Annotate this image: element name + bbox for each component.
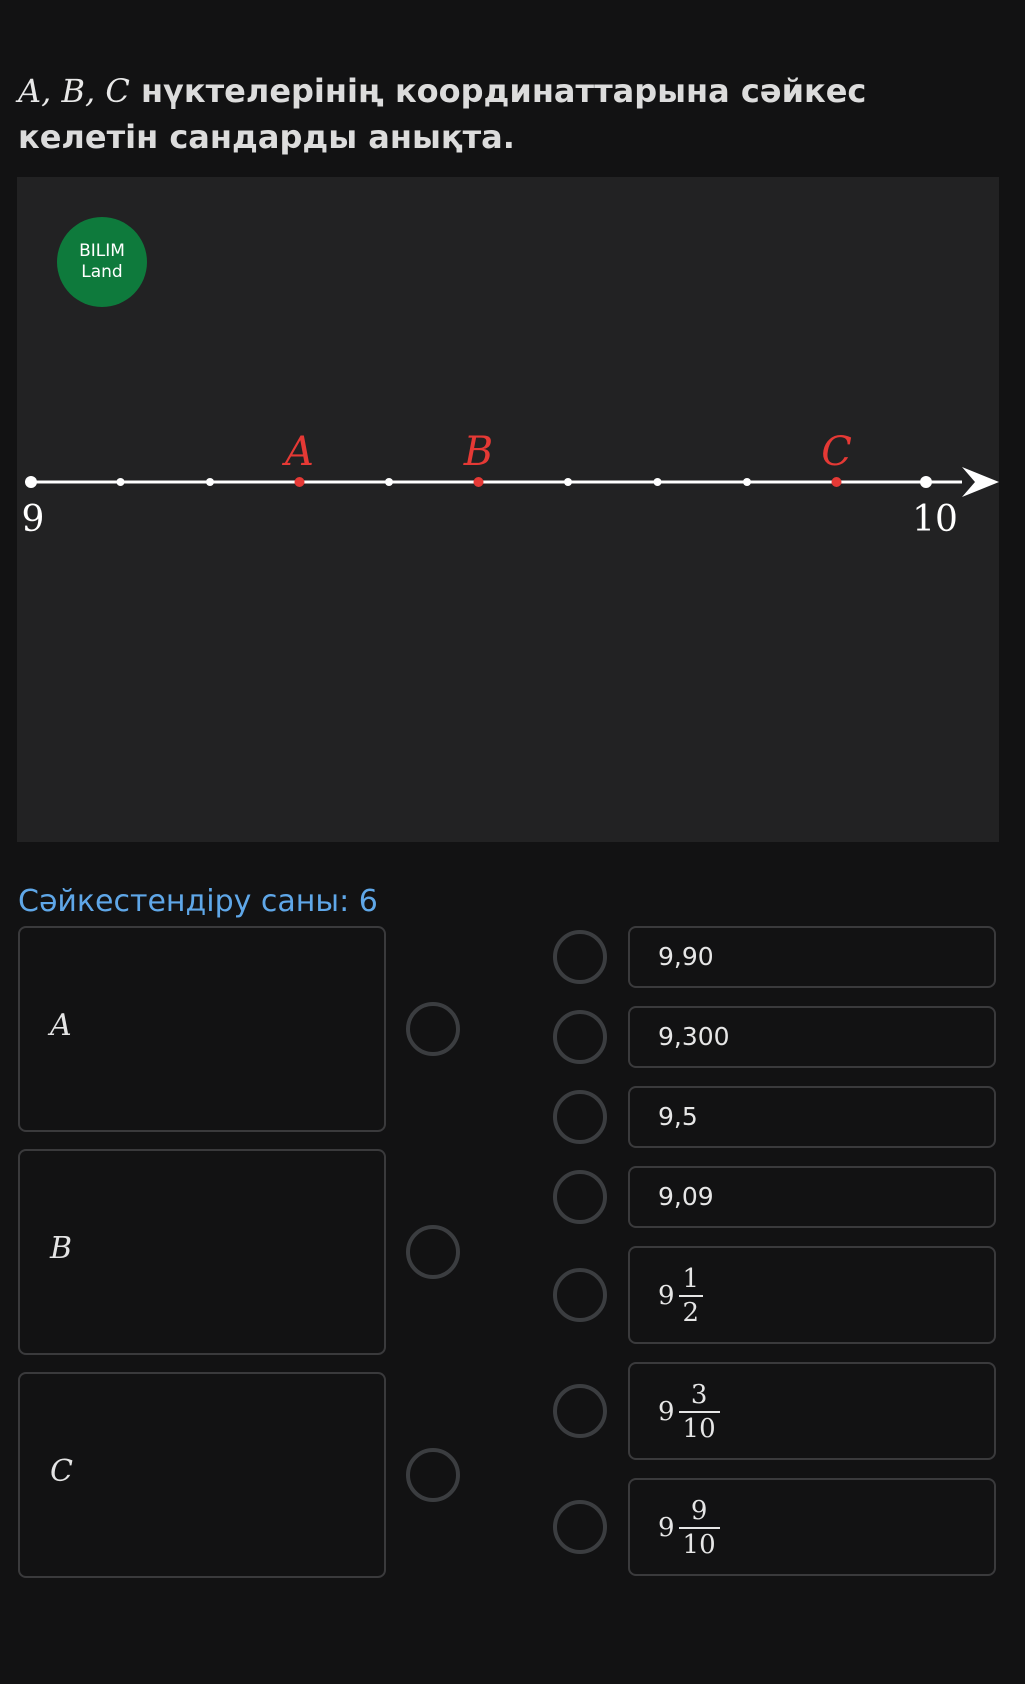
question-title: A, B, C нүктелерінің координаттарына сәй…: [18, 68, 998, 160]
right-item[interactable]: 9,300: [628, 1006, 996, 1068]
end-label: 10: [912, 499, 958, 540]
fraction-numerator: 9: [690, 1496, 708, 1526]
right-item[interactable]: 9,90: [628, 926, 996, 988]
left-item-b[interactable]: B: [18, 1149, 386, 1355]
question-text: нүктелерінің координаттарына сәйкес келе…: [18, 72, 867, 156]
tick-mark: [564, 478, 572, 486]
fraction-numerator: 3: [690, 1380, 708, 1410]
right-item[interactable]: 9 3 10: [628, 1362, 996, 1460]
point-a-marker: [294, 477, 305, 487]
left-item-label: B: [50, 1231, 73, 1266]
right-connector[interactable]: [553, 1500, 607, 1554]
right-item-value: 9,90: [658, 942, 714, 971]
right-connector[interactable]: [553, 1384, 607, 1438]
mixed-number: 9 9 10: [658, 1495, 720, 1561]
right-item[interactable]: 9,09: [628, 1166, 996, 1228]
right-item[interactable]: 9 9 10: [628, 1478, 996, 1576]
right-item[interactable]: 912: [628, 1246, 996, 1344]
point-c-label: C: [821, 429, 852, 475]
right-connector[interactable]: [553, 1170, 607, 1224]
left-item-c[interactable]: C: [18, 1372, 386, 1578]
left-item-label: C: [50, 1454, 73, 1489]
left-connector-a[interactable]: [406, 1002, 460, 1056]
right-item[interactable]: 9,5: [628, 1086, 996, 1148]
tick-mark: [116, 478, 125, 486]
tick-mark: [653, 478, 662, 486]
fraction-denominator: 10: [678, 1411, 720, 1445]
fraction: 3 10: [678, 1379, 720, 1445]
question-points: A, B, C: [18, 72, 130, 110]
start-label: 9: [22, 499, 45, 540]
tick-mark: [206, 478, 214, 486]
mixed-number: 9 3 10: [658, 1379, 720, 1445]
fraction-denominator: 10: [678, 1527, 720, 1561]
tick-mark: [25, 476, 37, 488]
number-line: 9 10 A B C: [22, 429, 999, 540]
mixed-number: 912: [658, 1263, 704, 1329]
fraction: 12: [678, 1263, 704, 1329]
left-item-label: A: [50, 1008, 72, 1043]
right-connector[interactable]: [553, 1268, 607, 1322]
mixed-number-whole: 9: [658, 1513, 675, 1543]
tick-mark: [743, 478, 751, 486]
fraction-numerator: 1: [682, 1264, 700, 1294]
right-connector[interactable]: [553, 1010, 607, 1064]
left-connector-c[interactable]: [406, 1448, 460, 1502]
mixed-number-whole: 9: [658, 1281, 675, 1311]
tick-mark: [920, 476, 932, 488]
point-b-label: B: [463, 429, 493, 475]
fraction: 9 10: [678, 1495, 720, 1561]
right-connector[interactable]: [553, 1090, 607, 1144]
tick-mark: [385, 478, 393, 486]
number-line-figure: BILIM Land 9 10 ABC: [17, 177, 999, 842]
right-item-value: 9,5: [658, 1102, 698, 1131]
fraction-denominator: 2: [678, 1295, 704, 1329]
point-b-marker: [473, 477, 484, 487]
mixed-number-whole: 9: [658, 1397, 675, 1427]
match-count: Сәйкестендіру саны: 6: [18, 884, 378, 919]
number-line-arrow: [962, 467, 999, 497]
left-connector-b[interactable]: [406, 1225, 460, 1279]
right-connector[interactable]: [553, 930, 607, 984]
point-a-label: A: [281, 429, 314, 475]
right-item-value: 9,300: [658, 1022, 730, 1051]
right-item-value: 9,09: [658, 1182, 714, 1211]
left-item-a[interactable]: A: [18, 926, 386, 1132]
point-c-marker: [831, 477, 842, 487]
